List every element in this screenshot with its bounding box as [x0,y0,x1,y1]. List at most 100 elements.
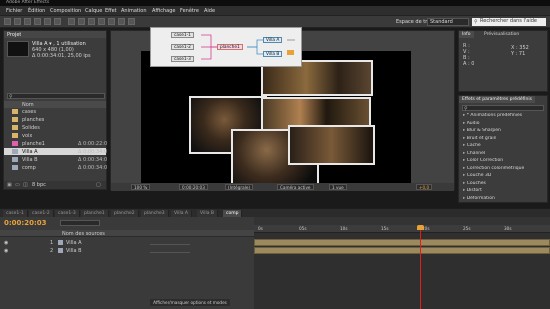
mask-tool-icon[interactable] [68,18,75,25]
pen-tool-icon[interactable] [78,18,85,25]
time-ruler[interactable]: 0s 05s 10s 15s 20s 25s 30s [254,225,550,233]
flow-node-case1-2[interactable]: case1-2 [171,44,194,50]
project-item[interactable]: cases [4,108,106,115]
rotate-tool-icon[interactable] [34,18,41,25]
flow-node-case1-1[interactable]: case1-1 [171,32,194,38]
layer-row[interactable]: ◉ 2 Villa B [0,247,254,254]
menu-fenetre[interactable]: Fenêtre [180,8,199,14]
current-time-display[interactable]: 0:00:20:03 [179,184,208,190]
tab-preview[interactable]: Prévisualisation [481,31,522,38]
zoom-tool-icon[interactable] [24,18,31,25]
view-layout-select[interactable]: 1 vue [329,184,347,190]
tab-case1-1[interactable]: case1-1 [3,210,28,217]
project-search-input[interactable]: ⚲ [7,93,105,100]
flow-node-case1-3[interactable]: case1-3 [171,56,194,62]
composition-icon [12,149,18,154]
project-item[interactable]: comp Δ 0:00:34:0 [4,164,108,171]
text-tool-icon[interactable] [88,18,95,25]
layer-row[interactable]: ◉ 1 Villa A [0,239,254,246]
layer-duration-bar[interactable] [254,247,550,254]
tab-projet[interactable]: Projet [7,32,21,38]
effect-category[interactable]: Bruit et grain [463,136,497,141]
interpret-footage-icon[interactable]: ▣ [7,182,12,188]
exposure-value[interactable]: +0,0 [416,184,433,190]
pan-behind-tool-icon[interactable] [54,18,61,25]
toggle-switches-modes-button[interactable]: Afficher/masquer options et modes [150,299,230,306]
selection-tool-icon[interactable] [4,18,11,25]
trash-icon[interactable]: ▢ [96,182,101,188]
project-item[interactable]: Villa A Δ 0:00:34:0 [4,148,107,155]
effect-category[interactable]: Couche 3D [463,173,492,178]
menu-affichage[interactable]: Affichage [152,8,176,14]
playhead-handle[interactable] [417,225,424,230]
project-item[interactable]: planches [4,116,106,123]
workspace-select[interactable]: Standard [427,18,469,26]
effect-category[interactable]: Color Correction [463,158,503,163]
new-composition-icon[interactable]: ◫ [23,182,28,188]
bit-depth-label[interactable]: 8 bpc [32,182,46,188]
help-search-input[interactable]: Rechercher dans l'aide [472,18,546,26]
resolution-select[interactable]: (Intégrale) [225,184,254,190]
menu-animation[interactable]: Animation [121,8,147,14]
menu-effet[interactable]: Effet [105,8,117,14]
effects-search-input[interactable]: ⚲ [462,105,544,112]
tab-villa-a[interactable]: Villa A [171,210,192,217]
timeline-search-input[interactable] [60,220,100,226]
layer-switches[interactable] [150,240,190,245]
project-item-name: planche1 [22,141,45,147]
clone-tool-icon[interactable] [108,18,115,25]
column-source-name[interactable]: Nom des sources [62,231,105,237]
layer-name: Villa B [66,248,82,254]
effect-category[interactable]: Couches [463,181,486,186]
new-folder-icon[interactable]: ▭ [15,182,20,188]
flow-node-villa-b[interactable]: Villa B [263,51,283,57]
flow-node-planche1[interactable]: planche1 [217,44,243,50]
camera-tool-icon[interactable] [44,18,51,25]
effect-category[interactable]: * Animations prédéfinies [463,113,522,118]
layer-switches[interactable] [150,248,190,253]
menu-composition[interactable]: Composition [50,8,81,14]
project-item-name: voix [22,133,33,139]
effect-category[interactable]: Cache [463,143,481,148]
timeline-current-time[interactable]: 0:00:20:03 [4,219,47,227]
tab-planche3[interactable]: planche3 [141,210,169,217]
zoom-select[interactable]: 100 % [131,184,151,190]
flow-node-villa-a[interactable]: Villa A [263,37,283,43]
hand-tool-icon[interactable] [14,18,21,25]
menu-aide[interactable]: Aide [204,8,215,14]
tab-case1-2[interactable]: case1-2 [29,210,54,217]
tab-planche2[interactable]: planche2 [111,210,139,217]
effect-category[interactable]: Blur & Sharpen [463,128,501,133]
menu-fichier[interactable]: Fichier [6,8,22,14]
project-item[interactable]: Solides [4,124,106,131]
tab-planche1[interactable]: planche1 [81,210,109,217]
project-item-duration: Δ 0:00:34:0 [78,165,108,171]
project-item-name: Villa A [22,149,38,155]
eraser-tool-icon[interactable] [118,18,125,25]
project-item[interactable]: voix [4,132,106,139]
menu-calque[interactable]: Calque [85,8,102,14]
effect-category[interactable]: Audio [463,121,480,126]
effect-category[interactable]: Déformation [463,196,495,201]
brush-tool-icon[interactable] [98,18,105,25]
visibility-eye-icon[interactable]: ◉ [4,240,8,246]
effect-category[interactable]: Channel [463,151,485,156]
puppet-tool-icon[interactable] [128,18,135,25]
work-area-bar[interactable] [254,217,550,225]
tab-villa-b[interactable]: Villa B [197,210,219,217]
visibility-eye-icon[interactable]: ◉ [4,248,8,254]
menu-edition[interactable]: Édition [28,8,45,14]
camera-select[interactable]: Caméra active [277,184,314,190]
flow-output-icon[interactable] [287,50,294,55]
composition-icon [58,240,63,245]
project-item[interactable]: Villa B Δ 0:00:34:0 [4,156,107,163]
tab-case1-3[interactable]: case1-3 [55,210,80,217]
tab-comp[interactable]: comp [223,210,243,217]
project-item[interactable]: planche1 Δ 0:00:22:0 [4,140,107,147]
effect-category[interactable]: Distort [463,188,482,193]
tab-info[interactable]: Info [459,31,474,38]
effect-category[interactable]: Correction colorimétrique [463,166,525,171]
playhead-line[interactable] [420,225,421,309]
layer-duration-bar[interactable] [254,239,550,246]
tab-effects-presets[interactable]: Effets et paramètres prédéfinis [459,96,535,103]
